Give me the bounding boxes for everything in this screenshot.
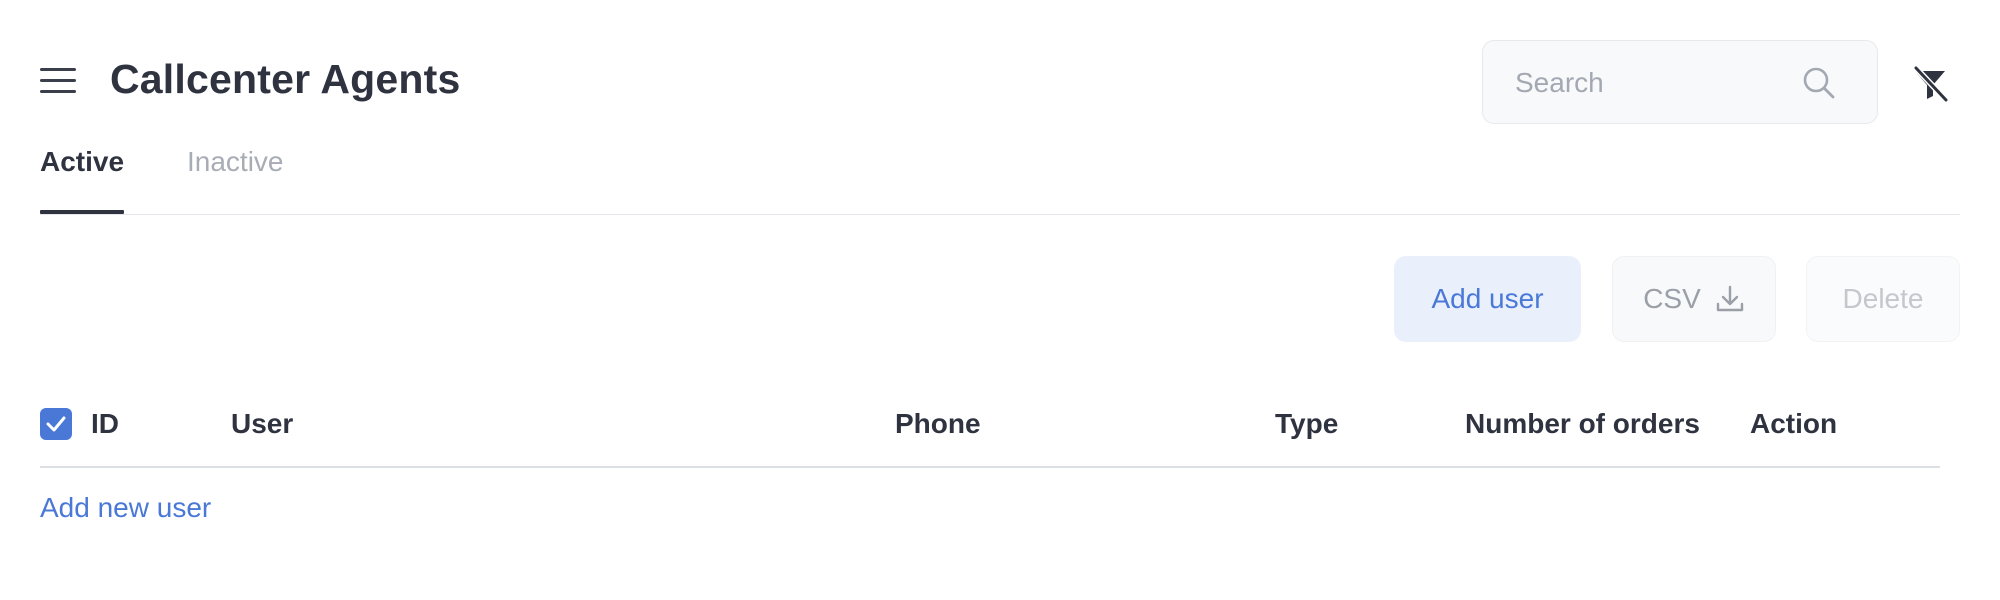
table-divider [40, 466, 1940, 468]
search-input[interactable] [1513, 61, 1807, 105]
tabs-divider [40, 214, 1960, 215]
delete-button-label: Delete [1842, 283, 1924, 314]
filter-clear-icon[interactable] [1910, 64, 1950, 104]
column-header-id[interactable]: ID [91, 408, 119, 440]
column-header-number-of-orders[interactable]: Number of orders [1465, 408, 1700, 440]
search-icon[interactable] [1801, 65, 1837, 101]
select-all-checkbox[interactable] [40, 408, 72, 440]
column-header-type[interactable]: Type [1275, 408, 1338, 440]
column-header-action: Action [1750, 408, 1838, 439]
tab-active[interactable]: Active [40, 146, 125, 214]
check-icon [46, 416, 66, 432]
download-icon [1715, 284, 1745, 314]
csv-button-label: CSV [1643, 283, 1701, 314]
csv-export-button[interactable]: CSV [1612, 256, 1776, 342]
hamburger-menu-icon[interactable] [40, 64, 76, 94]
tab-inactive[interactable]: Inactive [187, 146, 284, 214]
add-new-user-link[interactable]: Add new user [40, 492, 211, 524]
add-user-button-label: Add user [1431, 283, 1544, 314]
column-header-user[interactable]: User [231, 408, 293, 440]
column-header-phone[interactable]: Phone [895, 408, 981, 440]
callcenter-agents-page: Callcenter Agents Active Inactive Add us… [0, 0, 2000, 600]
page-title: Callcenter Agents [110, 56, 461, 102]
table-header: ID User Phone Type Number of orders Acti… [40, 400, 1940, 448]
delete-button[interactable]: Delete [1806, 256, 1960, 342]
add-user-button[interactable]: Add user [1394, 256, 1581, 342]
search-box[interactable] [1482, 40, 1878, 124]
